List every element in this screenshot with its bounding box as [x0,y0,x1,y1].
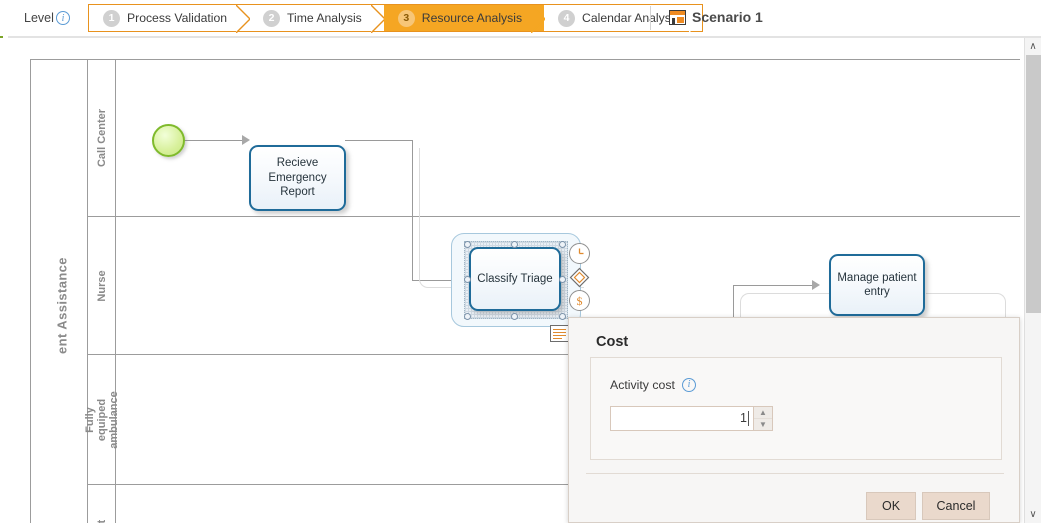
resize-handle-s[interactable] [511,313,518,320]
application-window: Level i 1 Process Validation 2 Time Analysi… [0,0,1041,523]
scenario-layout-icon [669,10,686,25]
wizard-step-process-validation[interactable]: 1 Process Validation [89,4,252,34]
task-recieve-emergency-report[interactable]: Recieve Emergency Report [249,145,346,211]
resize-handle-ne[interactable] [559,241,566,248]
wizard-step-chevron-icon [530,4,547,34]
wizard-step-number: 2 [263,9,281,27]
wizard-step-number: 3 [397,9,415,27]
task-manage-patient-entry[interactable]: Manage patient entry [829,254,925,316]
resize-handle-e[interactable] [559,276,566,283]
resize-handle-n[interactable] [511,241,518,248]
lane-label: Nurse [95,269,108,302]
cost-dollar-icon[interactable]: $ [569,290,590,311]
stepper-buttons: ▲ ▼ [753,406,773,431]
resize-handle-sw[interactable] [464,313,471,320]
dialog-field-group: Activity cost i 1 ▲ ▼ [590,357,1002,460]
scroll-up-button[interactable]: ∧ [1025,38,1041,55]
lane-header-receptionist: onist [88,485,116,523]
level-info-icon[interactable]: i [56,11,70,25]
start-event-node[interactable] [152,124,185,157]
wizard-step-time-analysis[interactable]: 2 Time Analysis [249,4,386,34]
scroll-down-button[interactable]: ∨ [1025,506,1041,523]
stepper-increment-button[interactable]: ▲ [754,407,772,419]
ok-button[interactable]: OK [866,492,916,520]
connector-to-manage [733,285,815,286]
stepper-decrement-button[interactable]: ▼ [754,419,772,430]
lane-label: Fully equiped ambulance [83,390,120,449]
activity-cost-info-icon[interactable]: i [682,378,696,392]
arrow-head [812,280,820,290]
lane-header-call-center: Call Center [88,60,116,216]
pool-label: ent Assistance [54,257,70,354]
connector-start-to-recieve [184,140,244,141]
scenario-title: Scenario 1 [692,9,763,25]
lane-label: onist [96,519,108,523]
task-label: Manage patient entry [837,271,917,299]
wizard-step-resource-analysis[interactable]: 3 Resource Analysis [383,4,547,34]
level-label: Level [24,11,54,25]
dialog-separator [586,473,1004,474]
resize-handle-se[interactable] [559,313,566,320]
resize-handle-nw[interactable] [464,241,471,248]
wizard-step-chevron-icon [235,4,252,34]
cancel-button[interactable]: Cancel [922,492,990,520]
wizard-step-chevron-icon [370,4,386,34]
pool-header: ent Assistance [31,60,88,523]
wizard-step-label: Resource Analysis [421,11,523,25]
task-label: Classify Triage [477,272,553,285]
dialog-title: Cost [596,334,629,350]
task-classify-triage[interactable]: Classify Triage [469,247,561,311]
lane-header-ambulance: Fully equiped ambulance [84,355,120,484]
activity-cost-input[interactable]: 1 [610,406,753,431]
scrollbar-thumb[interactable] [1026,55,1041,313]
wizard-step-label: Calendar Analysis [582,11,680,25]
arrow-head [242,135,250,145]
header-bar: Level i 1 Process Validation 2 Time Analysi… [0,0,1041,36]
analysis-level-wizard: 1 Process Validation 2 Time Analysis 3 Resour… [88,4,703,34]
text-caret [748,411,749,426]
resize-handle-w[interactable] [464,276,471,283]
svg-text:$: $ [577,294,583,308]
cost-dialog: Cost Activity cost i 1 ▲ ▼ OK Cancel [568,317,1020,523]
activity-cost-label: Activity cost [610,378,675,392]
connector-segment [345,140,413,141]
chevron-up-icon: ∧ [1029,40,1037,52]
lane-header-nurse: Nurse [88,217,116,354]
list-properties-icon[interactable] [550,325,569,342]
wizard-step-number: 4 [558,9,576,27]
connector-segment [412,140,413,280]
clock-icon[interactable] [569,243,590,264]
wizard-step-number: 1 [103,9,120,27]
header-divider [650,6,651,30]
wizard-step-label: Process Validation [127,11,228,25]
chevron-down-icon: ∨ [1029,508,1037,520]
wizard-step-label: Time Analysis [287,11,362,25]
gateway-diamond-icon[interactable] [569,267,590,288]
lane-label: Call Center [95,108,108,168]
task-label: Recieve Emergency Report [268,157,327,199]
vertical-scrollbar[interactable]: ∧ ∨ [1024,38,1041,523]
activity-cost-stepper[interactable]: 1 ▲ ▼ [610,406,773,431]
